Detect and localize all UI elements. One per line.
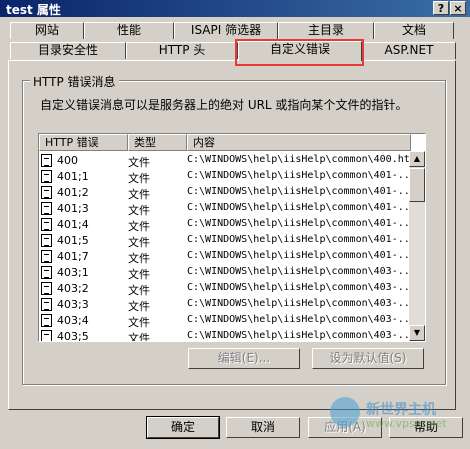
set-default-button[interactable]: 设为默认值(S) xyxy=(312,348,424,369)
table-row[interactable]: 403;4 文件 C:\WINDOWS\help\iisHelp\common\… xyxy=(39,313,416,329)
column-header-content[interactable]: 内容 xyxy=(187,134,411,151)
file-icon xyxy=(41,250,52,263)
file-icon xyxy=(41,314,52,327)
table-row[interactable]: 401;4 文件 C:\WINDOWS\help\iisHelp\common\… xyxy=(39,217,416,233)
tab-custom-errors[interactable]: 自定义错误 xyxy=(238,41,362,61)
group-title: HTTP 错误消息 xyxy=(30,73,119,90)
column-header-http-error[interactable]: HTTP 错误 xyxy=(39,134,128,151)
tab-http-headers[interactable]: HTTP 头 xyxy=(126,42,238,59)
file-icon xyxy=(41,266,52,279)
close-title-button[interactable]: × xyxy=(450,1,466,15)
table-row[interactable]: 400 文件 C:\WINDOWS\help\iisHelp\common\40… xyxy=(39,153,411,169)
file-icon xyxy=(41,298,52,311)
scroll-thumb[interactable] xyxy=(409,168,425,202)
table-row[interactable]: 401;7 文件 C:\WINDOWS\help\iisHelp\common\… xyxy=(39,249,416,265)
file-icon xyxy=(41,186,52,199)
error-list[interactable]: HTTP 错误 类型 内容 400 文件 C:\WINDOWS\help\iis… xyxy=(38,133,426,342)
table-row[interactable]: 403;2 文件 C:\WINDOWS\help\iisHelp\common\… xyxy=(39,281,416,297)
file-icon xyxy=(41,282,52,295)
cancel-button[interactable]: 取消 xyxy=(226,417,300,438)
watermark-logo-icon xyxy=(330,397,360,427)
tab-documents[interactable]: 文档 xyxy=(374,22,454,39)
tab-isapi-filters[interactable]: ISAPI 筛选器 xyxy=(174,22,278,39)
watermark-url: www.vpser.net xyxy=(366,417,447,430)
column-header-type[interactable]: 类型 xyxy=(128,134,187,151)
file-icon xyxy=(41,330,52,341)
help-title-button[interactable]: ? xyxy=(433,1,449,15)
table-row[interactable]: 401;2 文件 C:\WINDOWS\help\iisHelp\common\… xyxy=(39,185,416,201)
table-row[interactable]: 403;3 文件 C:\WINDOWS\help\iisHelp\common\… xyxy=(39,297,416,313)
tab-performance[interactable]: 性能 xyxy=(84,22,174,39)
scroll-up-icon[interactable]: ▲ xyxy=(409,151,425,167)
tab-directory-security[interactable]: 目录安全性 xyxy=(10,42,126,59)
file-icon xyxy=(41,234,52,247)
file-icon xyxy=(41,218,52,231)
file-icon xyxy=(41,154,52,167)
file-icon xyxy=(41,202,52,215)
scroll-down-icon[interactable]: ▼ xyxy=(409,325,425,341)
table-row[interactable]: 403;5 文件 C:\WINDOWS\help\iisHelp\common\… xyxy=(39,329,416,341)
tab-aspnet[interactable]: ASP.NET xyxy=(362,42,456,59)
vertical-scrollbar[interactable]: ▲ ▼ xyxy=(409,151,425,341)
table-row[interactable]: 401;1 文件 C:\WINDOWS\help\iisHelp\common\… xyxy=(39,169,416,185)
watermark: 新世界主机 www.vpser.net xyxy=(330,397,470,437)
table-row[interactable]: 403;1 文件 C:\WINDOWS\help\iisHelp\common\… xyxy=(39,265,416,281)
tab-home-directory[interactable]: 主目录 xyxy=(278,22,374,39)
table-row[interactable]: 401;3 文件 C:\WINDOWS\help\iisHelp\common\… xyxy=(39,201,416,217)
table-row[interactable]: 401;5 文件 C:\WINDOWS\help\iisHelp\common\… xyxy=(39,233,416,249)
window-title: test 属性 xyxy=(6,3,61,17)
tab-website[interactable]: 网站 xyxy=(10,22,84,39)
watermark-name: 新世界主机 xyxy=(366,402,436,418)
title-bar: test 属性 ? × xyxy=(0,0,470,17)
file-icon xyxy=(41,170,52,183)
ok-button[interactable]: 确定 xyxy=(146,416,220,439)
edit-button[interactable]: 编辑(E)... xyxy=(188,348,300,369)
group-description: 自定义错误消息可以是服务器上的绝对 URL 或指向某个文件的指针。 xyxy=(40,98,408,112)
